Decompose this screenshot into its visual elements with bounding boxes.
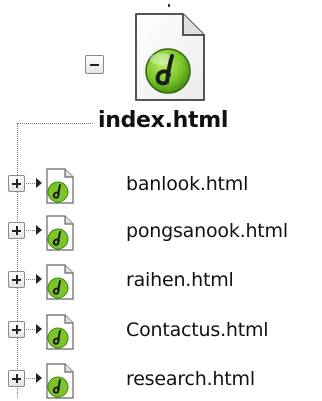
dreamweaver-file-icon[interactable]: [133, 12, 207, 102]
arrow-right-icon: [36, 373, 42, 383]
tree-row-research[interactable]: research.html: [0, 361, 322, 401]
expand-toggle-icon[interactable]: [8, 271, 25, 288]
row-connector: [26, 329, 35, 330]
file-label[interactable]: Contactus.html: [126, 319, 269, 341]
file-label[interactable]: research.html: [126, 368, 255, 390]
row-connector: [26, 279, 35, 280]
tree-vertical-connector: [17, 123, 18, 397]
tree-row-contactus[interactable]: Contactus.html: [0, 312, 322, 352]
dreamweaver-file-icon: [46, 215, 74, 251]
dreamweaver-file-icon: [46, 264, 74, 300]
collapse-toggle-icon[interactable]: [85, 55, 104, 74]
arrow-right-icon: [36, 274, 42, 284]
row-connector: [26, 378, 35, 379]
expand-toggle-icon[interactable]: [8, 175, 25, 192]
row-connector: [26, 183, 35, 184]
root-file-label[interactable]: index.html: [98, 108, 228, 133]
file-label[interactable]: pongsanook.html: [126, 220, 288, 242]
row-connector: [26, 230, 35, 231]
top-tick-mark: [168, 4, 170, 7]
dreamweaver-file-icon: [46, 168, 74, 204]
dreamweaver-file-icon: [46, 314, 74, 350]
arrow-right-icon: [36, 178, 42, 188]
expand-toggle-icon[interactable]: [8, 370, 25, 387]
file-label[interactable]: raihen.html: [126, 269, 234, 291]
tree-row-banlook[interactable]: banlook.html: [0, 166, 322, 206]
expand-toggle-icon[interactable]: [8, 321, 25, 338]
arrow-right-icon: [36, 225, 42, 235]
expand-toggle-icon[interactable]: [8, 222, 25, 239]
root-horizontal-connector: [17, 123, 93, 124]
file-label[interactable]: banlook.html: [126, 173, 248, 195]
tree-row-pongsanook[interactable]: pongsanook.html: [0, 213, 322, 253]
tree-row-raihen[interactable]: raihen.html: [0, 262, 322, 302]
arrow-right-icon: [36, 324, 42, 334]
dreamweaver-file-icon: [46, 363, 74, 399]
